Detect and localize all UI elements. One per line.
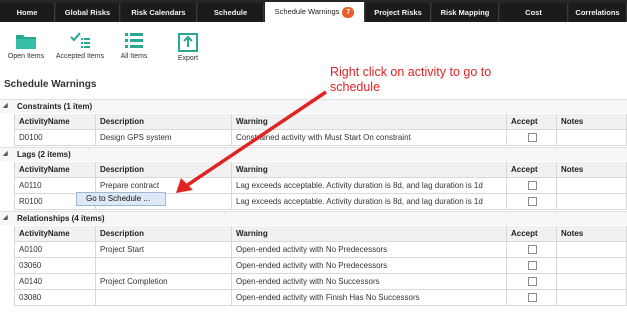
accept-cell xyxy=(507,194,557,210)
export-label: Export xyxy=(177,55,199,62)
activity-name-cell: 03080 xyxy=(14,290,96,306)
description-cell: Project Completion xyxy=(96,274,232,290)
warnings-count-badge: 7 xyxy=(342,6,355,18)
warning-cell: Open-ended activity with No Predecessors xyxy=(232,242,507,258)
column-header-activityname[interactable]: ActivityName xyxy=(14,114,96,130)
column-header-activityname[interactable]: ActivityName xyxy=(14,226,96,242)
group-label: Lags (2 items) xyxy=(17,150,71,159)
column-header-description[interactable]: Description xyxy=(96,226,232,242)
activity-name-cell: 03060 xyxy=(14,258,96,274)
folder-icon xyxy=(16,35,36,49)
accept-checkbox[interactable] xyxy=(528,133,537,142)
accept-cell xyxy=(507,242,557,258)
column-header-accept[interactable]: Accept xyxy=(507,114,557,130)
description-cell xyxy=(96,290,232,306)
list-icon xyxy=(125,33,143,48)
group-label: Constraints (1 item) xyxy=(17,102,93,111)
column-header-description[interactable]: Description xyxy=(96,162,232,178)
description-cell: Design GPS system xyxy=(96,130,232,146)
table-row[interactable]: A0100 Project Start Open-ended activity … xyxy=(14,242,627,258)
accept-checkbox[interactable] xyxy=(528,245,537,254)
export-icon xyxy=(178,33,198,52)
column-header-notes[interactable]: Notes xyxy=(557,162,627,178)
column-header-accept[interactable]: Accept xyxy=(507,162,557,178)
column-header-warning[interactable]: Warning xyxy=(232,162,507,178)
grid-header: ActivityName Description Warning Accept … xyxy=(14,226,627,242)
notes-cell[interactable] xyxy=(557,194,627,210)
accept-checkbox[interactable] xyxy=(528,277,537,286)
grid-header: ActivityName Description Warning Accept … xyxy=(14,162,627,178)
column-header-warning[interactable]: Warning xyxy=(232,114,507,130)
tab-schedule[interactable]: Schedule xyxy=(198,3,264,22)
annotation-text: Right click on activity to go to schedul… xyxy=(330,65,492,94)
warning-cell: Lag exceeds acceptable. Activity duratio… xyxy=(232,178,507,194)
tab-global-risks[interactable]: Global Risks xyxy=(56,3,120,22)
checklist-icon xyxy=(70,32,90,48)
warning-cell: Constrained activity with Must Start On … xyxy=(232,130,507,146)
warning-cell: Open-ended activity with Finish Has No S… xyxy=(232,290,507,306)
open-items-button[interactable]: Open Items xyxy=(4,32,48,60)
context-menu-go-to-schedule[interactable]: Go to Schedule ... xyxy=(76,192,166,206)
tab-correlations[interactable]: Correlations xyxy=(569,3,627,22)
accept-checkbox[interactable] xyxy=(528,197,537,206)
collapse-triangle-icon[interactable]: ◢ xyxy=(3,100,8,113)
group-lags[interactable]: ◢ Lags (2 items) xyxy=(0,147,627,161)
activity-name-cell: D0100 xyxy=(14,130,96,146)
tab-risk-mapping[interactable]: Risk Mapping xyxy=(432,3,499,22)
column-header-notes[interactable]: Notes xyxy=(557,114,627,130)
accept-cell xyxy=(507,274,557,290)
collapse-triangle-icon[interactable]: ◢ xyxy=(3,212,8,225)
description-cell: Project Start xyxy=(96,242,232,258)
notes-cell[interactable] xyxy=(557,130,627,146)
accept-checkbox[interactable] xyxy=(528,293,537,302)
activity-name-cell: A0100 xyxy=(14,242,96,258)
table-row[interactable]: 03060 Open-ended activity with No Predec… xyxy=(14,258,627,274)
column-header-activityname[interactable]: ActivityName xyxy=(14,162,96,178)
accept-cell xyxy=(507,130,557,146)
notes-cell[interactable] xyxy=(557,242,627,258)
accepted-items-label: Accepted Items xyxy=(55,53,105,60)
accept-checkbox[interactable] xyxy=(528,261,537,270)
tab-home[interactable]: Home xyxy=(0,3,55,22)
tab-risk-calendars[interactable]: Risk Calendars xyxy=(121,3,197,22)
ribbon-tab-bar: Home Global Risks Risk Calendars Schedul… xyxy=(0,0,627,22)
grid-header: ActivityName Description Warning Accept … xyxy=(14,114,627,130)
column-header-warning[interactable]: Warning xyxy=(232,226,507,242)
notes-cell[interactable] xyxy=(557,290,627,306)
table-row[interactable]: A0140 Project Completion Open-ended acti… xyxy=(14,274,627,290)
table-row[interactable]: D0100 Design GPS system Constrained acti… xyxy=(14,130,627,146)
description-cell xyxy=(96,258,232,274)
page-title: Schedule Warnings xyxy=(4,79,97,90)
group-relationships[interactable]: ◢ Relationships (4 items) xyxy=(0,211,627,225)
accept-cell xyxy=(507,178,557,194)
group-constraints[interactable]: ◢ Constraints (1 item) xyxy=(0,99,627,113)
column-header-description[interactable]: Description xyxy=(96,114,232,130)
export-button[interactable]: Export xyxy=(168,32,208,62)
column-header-notes[interactable]: Notes xyxy=(557,226,627,242)
warning-cell: Lag exceeds acceptable. Activity duratio… xyxy=(232,194,507,210)
tab-cost[interactable]: Cost xyxy=(500,3,568,22)
accept-checkbox[interactable] xyxy=(528,181,537,190)
tab-schedule-warnings[interactable]: Schedule Warnings 7 xyxy=(265,2,365,22)
accept-cell xyxy=(507,258,557,274)
notes-cell[interactable] xyxy=(557,178,627,194)
warning-cell: Open-ended activity with No Predecessors xyxy=(232,258,507,274)
accept-cell xyxy=(507,290,557,306)
table-row[interactable]: 03080 Open-ended activity with Finish Ha… xyxy=(14,290,627,306)
tab-schedule-warnings-label: Schedule Warnings xyxy=(274,7,340,16)
accepted-items-button[interactable]: Accepted Items xyxy=(55,32,105,60)
open-items-label: Open Items xyxy=(7,53,45,60)
tab-project-risks[interactable]: Project Risks xyxy=(366,3,431,22)
collapse-triangle-icon[interactable]: ◢ xyxy=(3,148,8,161)
all-items-label: All Items xyxy=(120,53,148,60)
activity-name-cell: A0140 xyxy=(14,274,96,290)
column-header-accept[interactable]: Accept xyxy=(507,226,557,242)
group-label: Relationships (4 items) xyxy=(17,214,105,223)
notes-cell[interactable] xyxy=(557,258,627,274)
warning-cell: Open-ended activity with No Successors xyxy=(232,274,507,290)
notes-cell[interactable] xyxy=(557,274,627,290)
all-items-button[interactable]: All Items xyxy=(114,32,154,60)
